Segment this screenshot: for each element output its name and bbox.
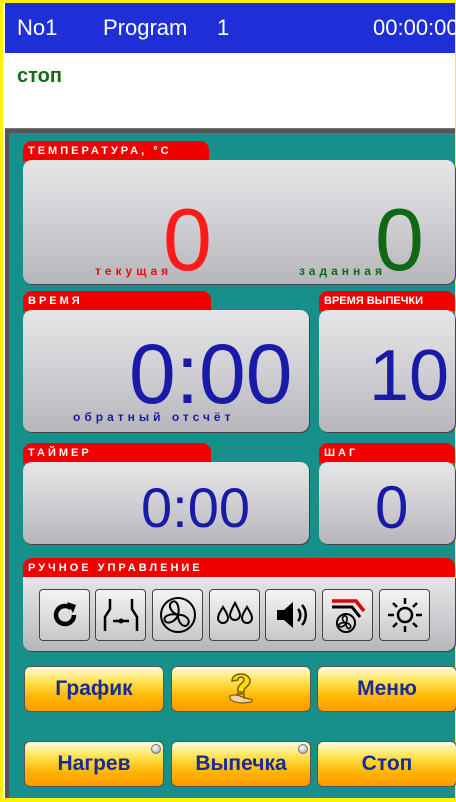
unit-number: No1 — [17, 15, 58, 40]
rotate-button[interactable] — [39, 589, 90, 641]
program-number: 1 — [217, 15, 230, 40]
timer-panel[interactable]: 0:00 — [23, 462, 309, 544]
timer-value: 0:00 — [141, 476, 250, 539]
bottom-border — [0, 798, 456, 802]
bake-indicator-led — [298, 744, 308, 754]
heat-button-label: Нагрев — [57, 752, 131, 775]
fan-heating-icon — [331, 599, 365, 633]
damper-button[interactable] — [95, 589, 146, 641]
help-button[interactable] — [171, 666, 311, 712]
fan-button[interactable] — [152, 589, 203, 641]
graph-button[interactable]: График — [24, 666, 164, 712]
speaker-icon — [276, 602, 307, 628]
menu-button[interactable]: Меню — [317, 666, 456, 712]
title-bar: No1 Program 1 00:00:00 — [5, 3, 456, 53]
temperature-panel[interactable]: 0 0 текущая заданная — [23, 160, 455, 284]
bake-button[interactable]: Выпечка — [171, 741, 311, 787]
step-tab: ШАГ — [319, 443, 455, 463]
step-panel[interactable]: 0 — [319, 462, 455, 544]
time-panel[interactable]: 0:00 обратный отсчёт — [23, 310, 309, 432]
fan-heating-button[interactable] — [322, 589, 373, 641]
rotate-icon — [53, 602, 76, 627]
countdown-caption: обратный отсчёт — [73, 410, 235, 424]
bake-button-label: Выпечка — [195, 752, 287, 775]
damper-icon — [103, 599, 138, 631]
status-box: стоп — [5, 53, 455, 129]
temperature-tab: ТЕМПЕРАТУРА, °С — [23, 141, 209, 161]
bake-time-value: 10 — [369, 336, 450, 416]
question-hand-icon — [229, 673, 253, 704]
sound-button[interactable] — [265, 589, 316, 641]
heat-indicator-led — [151, 744, 161, 754]
program-label: Program — [103, 15, 188, 40]
status-text: стоп — [17, 65, 62, 87]
stop-button[interactable]: Стоп — [317, 741, 456, 787]
heat-button[interactable]: Нагрев — [24, 741, 164, 787]
fan-icon — [159, 597, 196, 633]
target-temperature-label: заданная — [299, 264, 386, 278]
light-button[interactable] — [379, 589, 430, 641]
manual-control-tab: РУЧНОЕ УПРАВЛЕНИЕ — [23, 558, 455, 578]
control-screen: No1 Program 1 00:00:00 стоп ТЕМПЕРАТУРА,… — [0, 0, 456, 802]
clock: 00:00:00 — [373, 15, 456, 40]
step-value: 0 — [375, 474, 409, 541]
bake-time-tab: ВРЕМЯ ВЫПЕЧКИ — [319, 291, 455, 311]
light-icon — [387, 598, 422, 632]
steam-button[interactable] — [209, 589, 260, 641]
timer-tab: ТАЙМЕР — [23, 443, 211, 463]
steam-drops-icon — [216, 600, 253, 624]
time-tab: ВРЕМЯ — [23, 291, 211, 311]
bake-time-panel[interactable]: 10 — [319, 310, 455, 432]
countdown-value: 0:00 — [129, 327, 293, 421]
current-temperature-label: текущая — [95, 264, 173, 278]
